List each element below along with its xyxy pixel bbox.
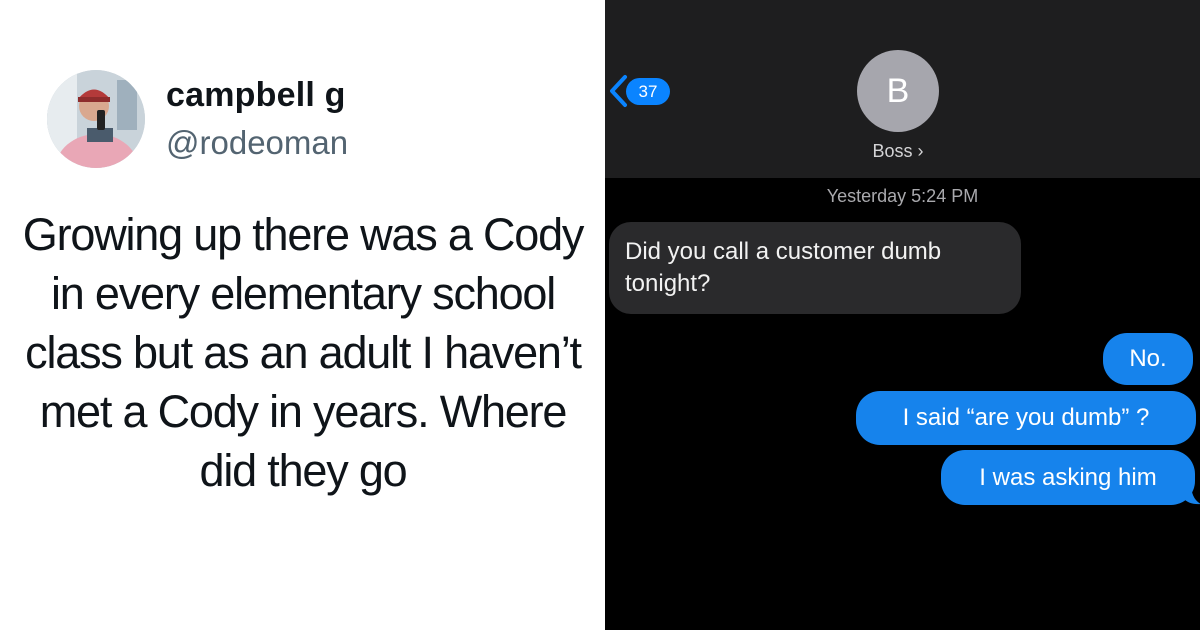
user-handle[interactable]: @rodeoman	[166, 124, 348, 162]
received-message-bubble: Did you call a customer dumb tonight?	[609, 222, 1021, 314]
sent-message-bubble: I was asking him	[941, 450, 1195, 505]
sent-message-bubble: No.	[1103, 333, 1193, 385]
profile-photo-icon	[47, 70, 145, 168]
imessage-screenshot: 37 B Boss › Yesterday 5:24 PM Did you ca…	[605, 0, 1200, 630]
conversation-header: 37 B Boss ›	[605, 0, 1200, 178]
bubble-tail-icon	[1183, 483, 1200, 505]
message-timestamp: Yesterday 5:24 PM	[826, 186, 979, 206]
contact-name[interactable]: Boss ›	[845, 141, 951, 162]
contact-avatar[interactable]: B	[857, 50, 939, 132]
tweet-card: campbell g @rodeoman Growing up there wa…	[0, 0, 605, 630]
display-name[interactable]: campbell g	[166, 76, 346, 115]
profile-avatar[interactable]	[47, 70, 145, 168]
sent-message-bubble: I said “are you dumb” ?	[856, 391, 1196, 445]
unread-count-badge[interactable]: 37	[626, 78, 670, 105]
tweet-text: Growing up there was a Cody in every ele…	[22, 209, 585, 496]
